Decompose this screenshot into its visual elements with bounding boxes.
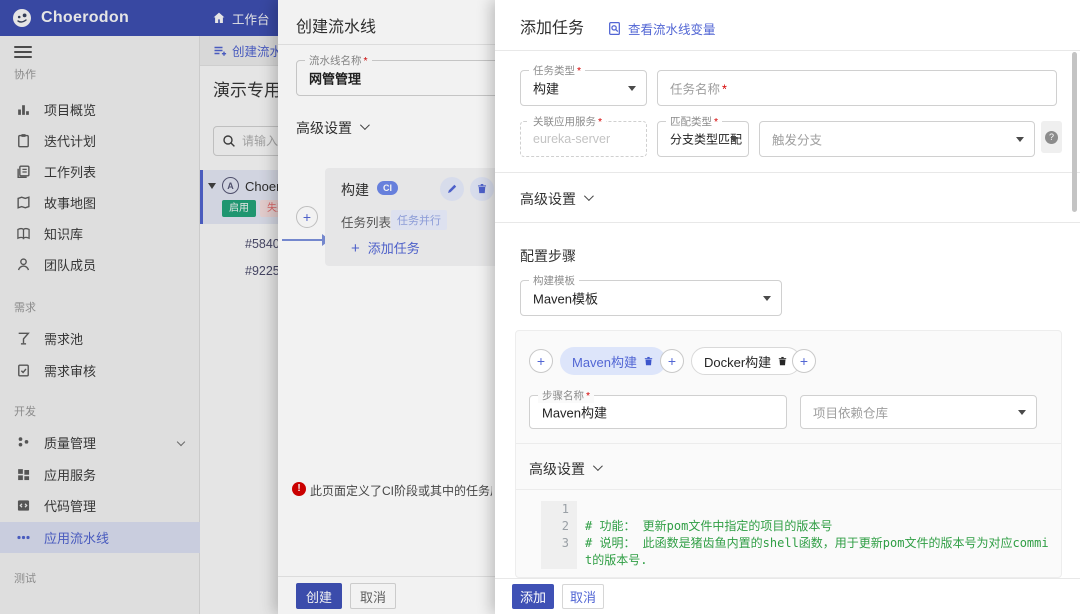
trigger-branch-select[interactable]: 触发分支 (759, 121, 1035, 157)
code-line: 1 (541, 501, 1051, 518)
divider (516, 489, 1061, 490)
step-advanced-settings-toggle[interactable]: 高级设置 (529, 459, 600, 479)
plus-icon: + (537, 353, 545, 369)
task-type-select[interactable]: 任务类型* 构建 (520, 70, 647, 106)
required-mark: * (722, 83, 727, 97)
add-step-button[interactable]: + (660, 349, 684, 373)
step-name-field[interactable]: 步骤名称* Maven构建 (529, 395, 787, 429)
delete-step-button[interactable] (643, 356, 654, 367)
question-icon: ? (1045, 131, 1058, 144)
plus-icon: + (800, 353, 808, 369)
app-root: Choerodon 协作 项目概览 迭代计划 工作列表 故事地图 知识库 团队成… (0, 0, 1080, 614)
divider (495, 172, 1080, 173)
build-template-value: Maven模板 (533, 289, 598, 308)
build-template-select[interactable]: 构建模板 Maven模板 (520, 280, 782, 316)
divider (516, 443, 1061, 444)
dropdown-caret-icon (1016, 137, 1024, 142)
add-step-button[interactable]: + (792, 349, 816, 373)
task-name-input[interactable]: 任务名称* (657, 70, 1057, 106)
add-button[interactable]: 添加 (512, 584, 554, 609)
scrollbar-thumb[interactable] (1072, 52, 1077, 212)
plus-icon: + (668, 353, 676, 369)
required-mark: * (598, 116, 602, 128)
cancel-button[interactable]: 取消 (562, 584, 604, 609)
app-service-field-disabled: 关联应用服务* eureka-server (520, 121, 647, 157)
trigger-branch-placeholder: 触发分支 (772, 130, 822, 149)
config-steps-heading: 配置步骤 (520, 246, 576, 266)
required-mark: * (586, 390, 590, 402)
advanced-settings-toggle[interactable]: 高级设置 (520, 189, 591, 209)
steps-card: + Maven构建 + Docker构建 + 步骤名称* Maven构建 项目依 (515, 330, 1062, 578)
required-mark: * (714, 116, 718, 128)
dropdown-caret-icon (730, 137, 738, 142)
required-mark: * (577, 65, 581, 77)
match-type-select[interactable]: 匹配类型* 分支类型匹配 (657, 121, 749, 157)
code-line: 3 # 说明： 此函数是猪齿鱼内置的shell函数，用于更新pom文件的版本号为… (541, 535, 1051, 569)
add-step-button[interactable]: + (529, 349, 553, 373)
step-chip-maven[interactable]: Maven构建 (560, 347, 666, 375)
doc-search-icon (607, 21, 622, 36)
shell-code-editor[interactable]: 1 2 # 功能： 更新pom文件中指定的项目的版本号 3 # 说明： 此函数是… (541, 501, 1051, 577)
step-name-value: Maven构建 (542, 403, 607, 422)
dropdown-caret-icon (763, 296, 771, 301)
delete-step-button[interactable] (777, 356, 788, 367)
chevron-down-icon (593, 461, 603, 471)
divider (495, 50, 1080, 51)
dropdown-caret-icon (628, 86, 636, 91)
divider (495, 578, 1080, 579)
divider (495, 222, 1080, 223)
trash-icon (777, 356, 788, 367)
step-chip-docker[interactable]: Docker构建 (691, 347, 801, 375)
chevron-down-icon (584, 191, 594, 201)
trash-icon (643, 356, 654, 367)
help-button[interactable]: ? (1041, 121, 1062, 153)
app-service-value: eureka-server (533, 132, 610, 146)
dropdown-caret-icon (1018, 410, 1026, 415)
view-pipeline-variables-link[interactable]: 查看流水线变量 (607, 19, 716, 38)
project-repo-select[interactable]: 项目依赖仓库 (800, 395, 1037, 429)
project-repo-placeholder: 项目依赖仓库 (813, 403, 888, 422)
drawer-title: 添加任务 (520, 14, 584, 38)
add-task-drawer: 添加任务 查看流水线变量 任务类型* 构建 任务名称* 关联应用服务* eure… (495, 0, 1080, 614)
code-line: 2 # 功能： 更新pom文件中指定的项目的版本号 (541, 518, 1051, 535)
task-type-value: 构建 (533, 79, 559, 98)
